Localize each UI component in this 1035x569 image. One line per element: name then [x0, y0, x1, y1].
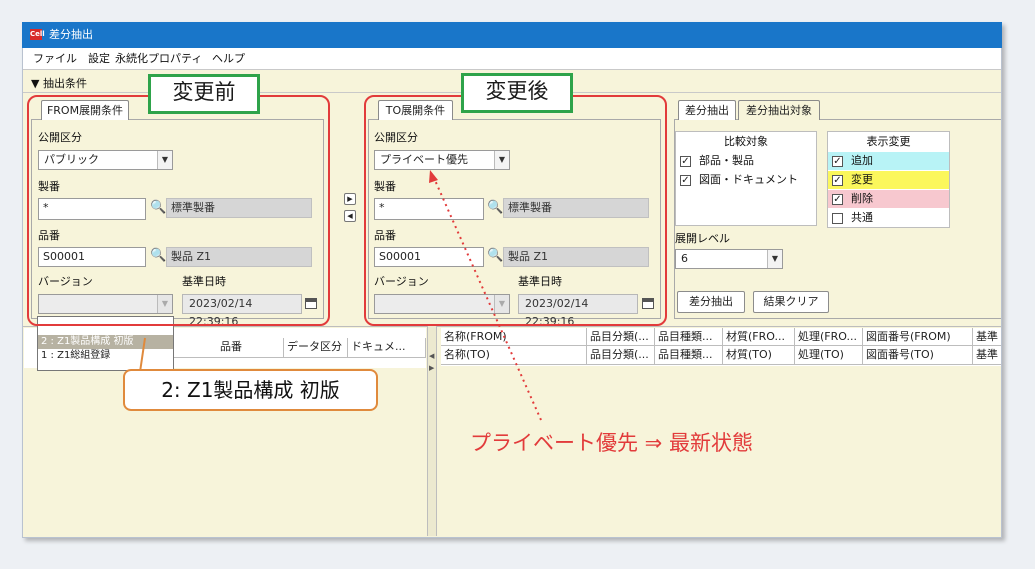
version-callout: 2: Z1製品構成 初版 [123, 369, 378, 411]
private-note: プライベート優先 ⇒ 最新状態 [470, 431, 753, 455]
callout-pointer [139, 337, 146, 373]
note-arrow-line [433, 177, 542, 421]
annotation-arrows [139, 170, 542, 421]
note-arrow-head [429, 170, 438, 183]
